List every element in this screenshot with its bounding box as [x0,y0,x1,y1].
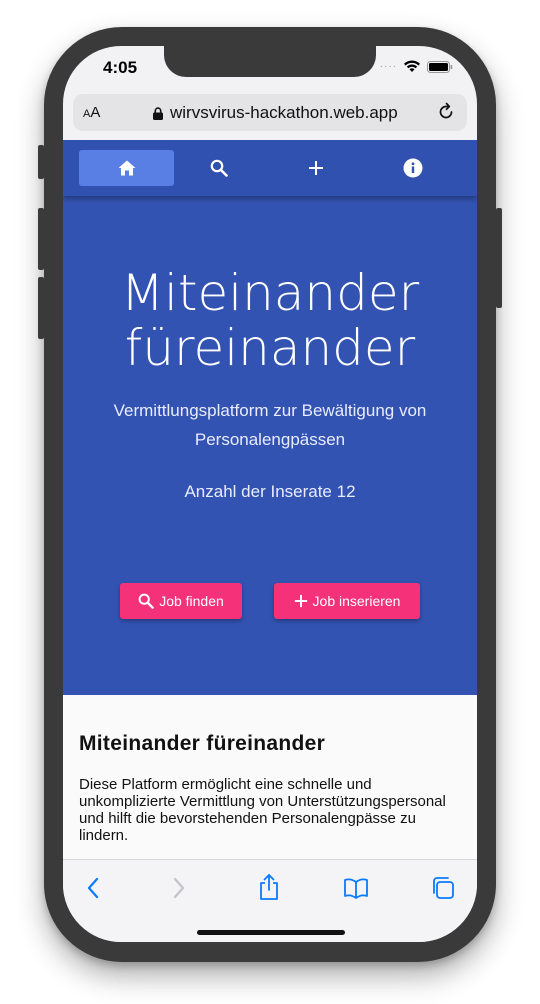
find-job-label: Job finden [159,593,224,609]
bookmarks-icon[interactable] [343,877,369,899]
battery-icon [427,60,453,73]
address-bar[interactable]: AA wirvsvirus-hackathon.web.app [73,94,467,131]
search-icon [210,159,228,177]
section-title: Miteinander füreinander [79,732,326,755]
hero-subtitle: Vermittlungsplatform zur Bewältigung von… [113,401,427,449]
screen: 4:05 ···· AA wirvsvirus-hackathon.web.ap… [63,46,477,942]
url-text: wirvsvirus-hackathon.web.app [170,103,398,122]
back-icon[interactable] [85,876,101,900]
hero-title-line-1: Miteinander [120,264,420,322]
status-time: 4:05 [103,58,138,77]
home-indicator[interactable] [197,930,345,935]
forward-icon[interactable] [171,876,187,900]
url-display[interactable]: wirvsvirus-hackathon.web.app [153,103,398,123]
search-icon [138,593,155,609]
lock-icon [153,106,163,120]
find-job-button[interactable]: Job finden [120,583,242,619]
volume-up-button [38,208,44,270]
plus-icon [294,594,307,608]
share-icon[interactable] [257,873,281,901]
top-navigation [63,140,477,196]
reload-icon[interactable] [435,101,457,123]
hero-title: Miteinander füreinander [63,266,477,376]
hero-section: Miteinander füreinander Vermittlungsplat… [63,196,477,695]
nav-add[interactable] [268,150,363,186]
listing-count: Anzahl der Inserate 12 [184,482,356,501]
signal-icon: ···· [379,61,397,72]
section-body: Diese Platform ermöglicht eine schnelle … [79,776,446,844]
info-icon [403,158,422,178]
web-page: Miteinander füreinander Vermittlungsplat… [63,140,477,860]
status-indicators: ···· [380,60,453,73]
hero-title-line-2: füreinander [124,319,416,377]
plus-icon [308,161,323,175]
tabs-icon[interactable] [431,876,455,900]
nav-search[interactable] [171,150,266,186]
nav-info[interactable] [365,150,460,186]
text-size-button[interactable]: AA [83,104,100,121]
post-job-button[interactable]: Job inserieren [274,583,420,619]
volume-down-button [38,277,44,339]
notch [164,46,376,77]
power-button [496,208,502,308]
wifi-icon [404,60,420,72]
home-icon [118,160,135,176]
post-job-label: Job inserieren [312,593,401,609]
nav-home[interactable] [79,150,174,186]
mute-switch [38,145,44,179]
